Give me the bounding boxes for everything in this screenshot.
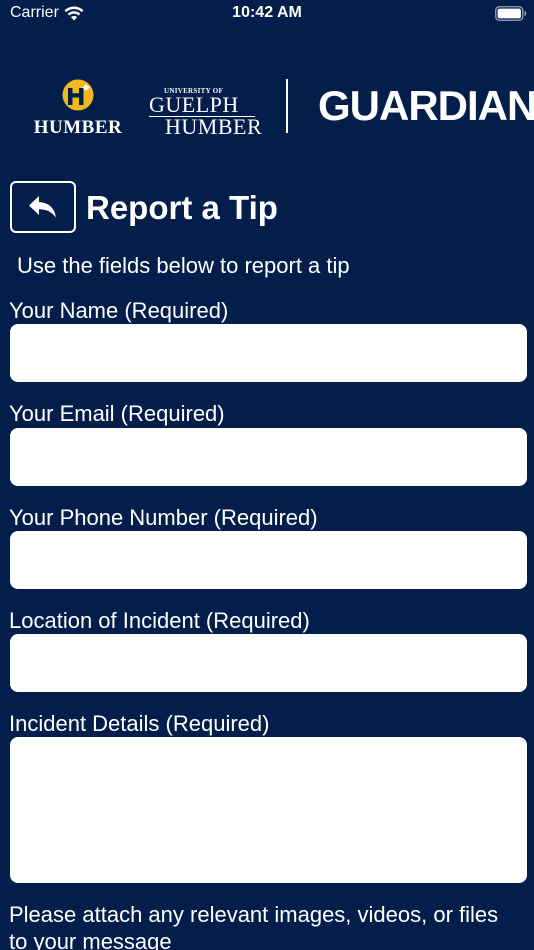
location-label: Location of Incident (Required) bbox=[9, 608, 310, 633]
back-button[interactable] bbox=[10, 181, 76, 233]
details-label: Incident Details (Required) bbox=[9, 711, 270, 736]
phone-label: Your Phone Number (Required) bbox=[9, 505, 318, 530]
guelph-humber-logo: UNIVERSITY OF GUELPH HUMBER bbox=[146, 85, 262, 139]
status-bar: Carrier 10:42 AM bbox=[0, 0, 534, 28]
logo-divider bbox=[286, 79, 288, 133]
guelph-humber-wordmark: HUMBER bbox=[165, 114, 263, 139]
humber-logo: HUMBER bbox=[28, 79, 128, 138]
page-subtitle: Use the fields below to report a tip bbox=[17, 253, 350, 278]
page-title: Report a Tip bbox=[86, 189, 278, 226]
report-tip-screen: Carrier 10:42 AM HUMBER UNIVERSITY OF GU… bbox=[0, 0, 534, 950]
location-input[interactable] bbox=[10, 634, 527, 692]
status-time: 10:42 AM bbox=[232, 4, 302, 21]
email-label: Your Email (Required) bbox=[9, 401, 225, 426]
phone-input[interactable] bbox=[10, 531, 527, 589]
guardian-wordmark: GUARDIAN bbox=[318, 82, 534, 129]
attach-note: Please attach any relevant images, video… bbox=[9, 902, 499, 950]
details-textarea[interactable] bbox=[10, 737, 527, 883]
back-arrow-icon bbox=[29, 196, 56, 218]
battery-icon bbox=[495, 6, 527, 21]
email-input[interactable] bbox=[10, 428, 527, 486]
partner-logos: HUMBER UNIVERSITY OF GUELPH HUMBER GUARD… bbox=[0, 75, 534, 139]
humber-wordmark: HUMBER bbox=[33, 117, 123, 138]
name-label: Your Name (Required) bbox=[9, 298, 229, 323]
humber-mark-icon bbox=[62, 79, 94, 111]
name-input[interactable] bbox=[10, 324, 527, 382]
